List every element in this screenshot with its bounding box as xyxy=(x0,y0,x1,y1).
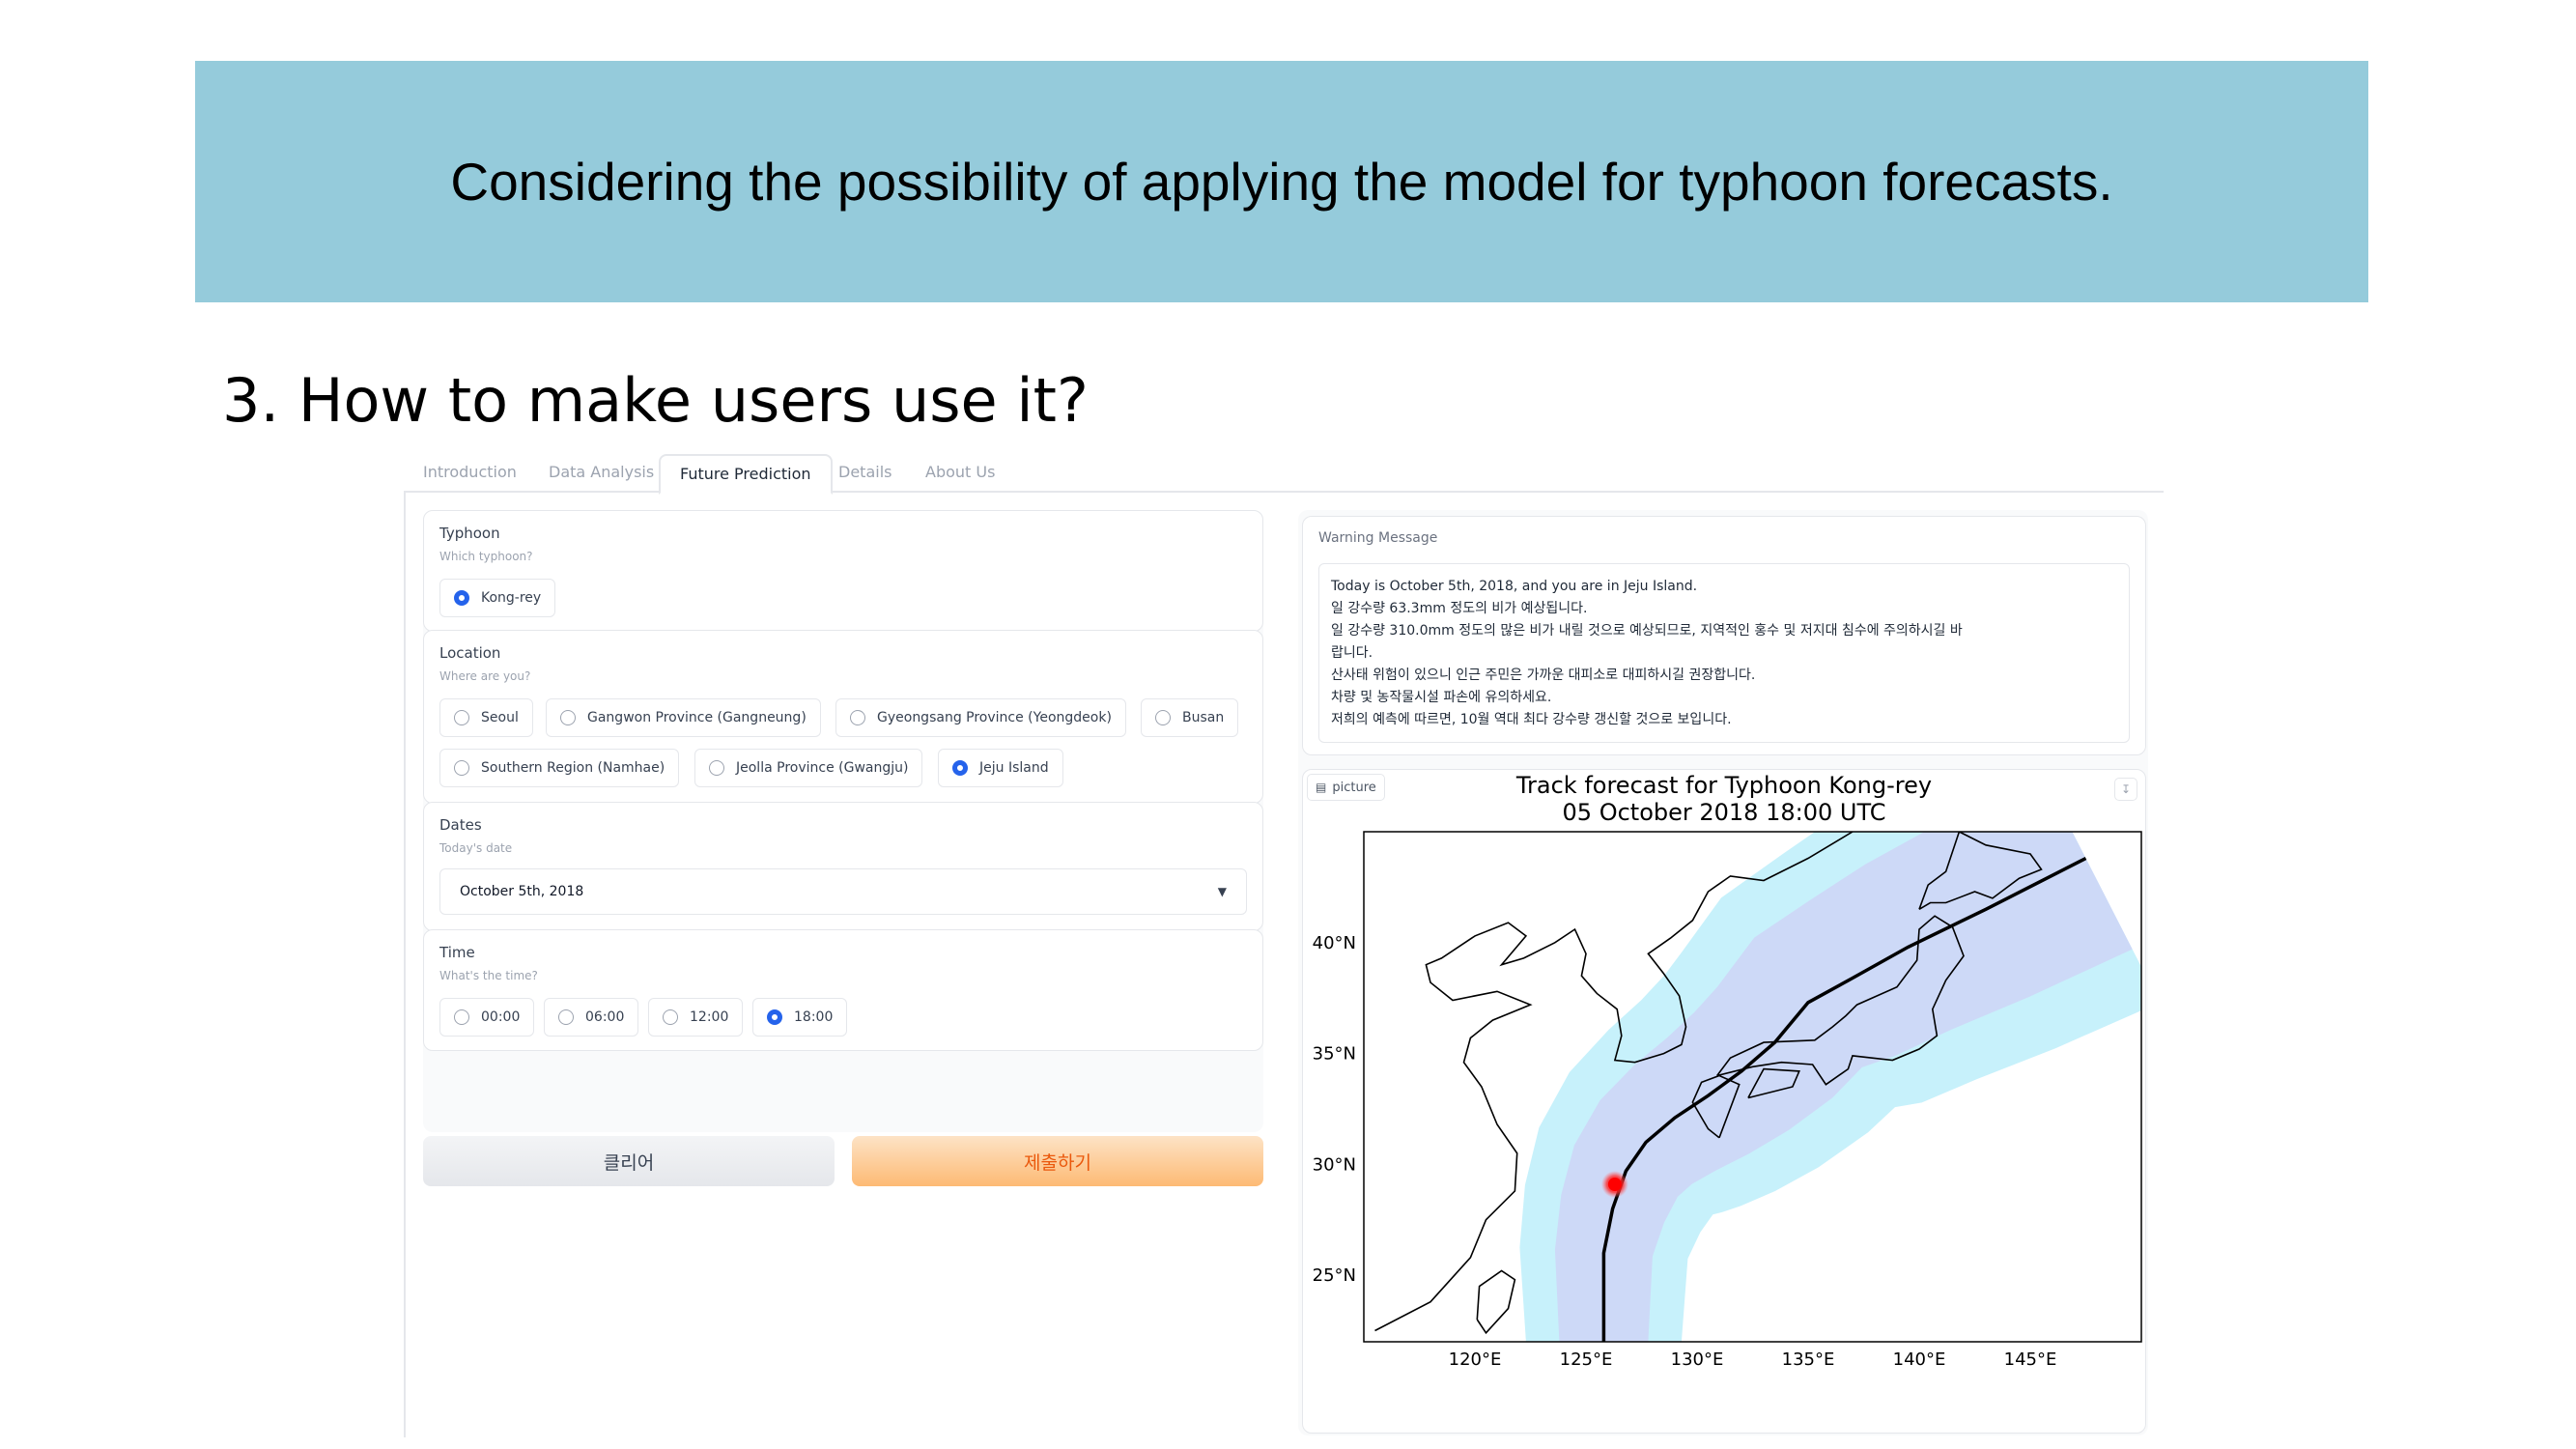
radio-icon xyxy=(558,1009,574,1025)
radio-icon xyxy=(850,710,865,725)
y-tick-label: 30°N xyxy=(1313,1154,1356,1175)
option-label: Jeolla Province (Gwangju) xyxy=(736,760,909,776)
warning-line: 산사태 위험이 있으니 인근 주민은 가까운 대피소로 대피하시길 권장합니다. xyxy=(1331,668,1756,683)
warning-line: Today is October 5th, 2018, and you are … xyxy=(1331,579,1698,594)
radio-icon xyxy=(709,760,724,776)
radio-icon xyxy=(560,710,576,725)
option-label: Gyeongsang Province (Yeongdeok) xyxy=(877,710,1112,725)
radio-selected-icon xyxy=(454,590,469,606)
tab-details[interactable]: Details xyxy=(838,454,892,491)
location-option-jeju[interactable]: Jeju Island xyxy=(938,749,1063,787)
warning-title: Warning Message xyxy=(1318,530,1438,546)
location-block: Location Where are you? Seoul Gangwon Pr… xyxy=(423,630,1263,804)
slide-heading: 3. How to make users use it? xyxy=(222,365,1089,436)
option-label: 06:00 xyxy=(585,1009,625,1025)
x-tick-label: 130°E xyxy=(1671,1350,1724,1370)
radio-icon xyxy=(663,1009,678,1025)
x-tick-label: 145°E xyxy=(2004,1350,2057,1370)
option-label: 00:00 xyxy=(481,1009,521,1025)
x-tick-label: 120°E xyxy=(1449,1350,1502,1370)
typhoon-sublabel: Which typhoon? xyxy=(439,550,533,563)
option-label: Kong-rey xyxy=(481,590,542,606)
option-label: 18:00 xyxy=(794,1009,834,1025)
time-block: Time What's the time? 00:00 06:00 12:00 … xyxy=(423,929,1263,1051)
app-screenshot: Introduction Data Analysis Future Predic… xyxy=(404,454,2164,1437)
warning-textbox[interactable]: Today is October 5th, 2018, and you are … xyxy=(1318,563,2130,743)
y-tick-label: 25°N xyxy=(1313,1265,1356,1286)
location-option-jeolla[interactable]: Jeolla Province (Gwangju) xyxy=(694,749,923,787)
radio-icon xyxy=(454,1009,469,1025)
track-forecast-map: 120°E 125°E 130°E 135°E 140°E 145°E 25°N 30°N 35… xyxy=(1313,831,2142,1370)
location-option-southern-region[interactable]: Southern Region (Namhae) xyxy=(439,749,680,787)
radio-icon xyxy=(1155,710,1171,725)
forecast-image-block: ▤ picture ↧ Track forecast for Typhoon K… xyxy=(1302,769,2146,1434)
tab-future-prediction[interactable]: Future Prediction xyxy=(659,454,833,495)
option-label: Seoul xyxy=(481,710,519,725)
warning-line: 랍니다. xyxy=(1331,645,1373,661)
input-panel: Typhoon Which typhoon? Kong-rey Location… xyxy=(423,510,1263,1186)
typhoon-block: Typhoon Which typhoon? Kong-rey xyxy=(423,510,1263,632)
time-option-0600[interactable]: 06:00 xyxy=(544,998,639,1037)
location-label: Location xyxy=(439,644,501,662)
radio-icon xyxy=(454,760,469,776)
output-panel: Warning Message Today is October 5th, 20… xyxy=(1298,510,2148,1435)
location-option-gangwon[interactable]: Gangwon Province (Gangneung) xyxy=(546,698,821,737)
location-option-busan[interactable]: Busan xyxy=(1141,698,1239,737)
option-label: 12:00 xyxy=(690,1009,729,1025)
coastline xyxy=(1476,1269,1516,1335)
warning-line: 일 강수량 310.0mm 정도의 많은 비가 내릴 것으로 예상되므로, 지역… xyxy=(1331,623,1963,639)
radio-icon xyxy=(454,710,469,725)
option-label: Busan xyxy=(1182,710,1225,725)
warning-line: 차량 및 농작물시설 파손에 유의하세요. xyxy=(1331,690,1552,705)
date-value: October 5th, 2018 xyxy=(460,884,584,899)
slide-banner: Considering the possibility of applying … xyxy=(195,61,2368,302)
tab-introduction[interactable]: Introduction xyxy=(423,454,517,491)
tab-data-analysis[interactable]: Data Analysis xyxy=(549,454,654,491)
dates-sublabel: Today's date xyxy=(439,841,513,855)
clear-button[interactable]: 클리어 xyxy=(423,1136,835,1186)
radio-selected-icon xyxy=(952,760,968,776)
typhoon-label: Typhoon xyxy=(439,525,500,542)
banner-text: Considering the possibility of applying … xyxy=(450,152,2113,212)
location-sublabel: Where are you? xyxy=(439,669,531,683)
typhoon-option-kong-rey[interactable]: Kong-rey xyxy=(439,579,556,617)
time-option-1800[interactable]: 18:00 xyxy=(752,998,848,1037)
time-option-0000[interactable]: 00:00 xyxy=(439,998,535,1037)
warning-line: 일 강수량 63.3mm 정도의 비가 예상됩니다. xyxy=(1331,601,1588,616)
date-dropdown[interactable]: October 5th, 2018 ▼ xyxy=(439,868,1247,915)
dates-block: Dates Today's date October 5th, 2018 ▼ xyxy=(423,802,1263,931)
frame-edge xyxy=(404,491,406,1437)
option-label: Southern Region (Namhae) xyxy=(481,760,665,776)
warning-block: Warning Message Today is October 5th, 20… xyxy=(1302,516,2146,755)
option-label: Gangwon Province (Gangneung) xyxy=(587,710,807,725)
x-tick-label: 135°E xyxy=(1782,1350,1835,1370)
y-tick-label: 40°N xyxy=(1313,933,1356,953)
submit-button[interactable]: 제출하기 xyxy=(852,1136,1263,1186)
option-label: Jeju Island xyxy=(979,760,1049,776)
location-option-seoul[interactable]: Seoul xyxy=(439,698,533,737)
time-sublabel: What's the time? xyxy=(439,969,538,982)
tab-about-us[interactable]: About Us xyxy=(925,454,995,491)
chevron-down-icon: ▼ xyxy=(1217,885,1227,898)
tab-bar: Introduction Data Analysis Future Predic… xyxy=(404,454,2164,495)
current-position-dot xyxy=(1607,1178,1622,1192)
radio-selected-icon xyxy=(767,1009,782,1025)
warning-line: 저희의 예측에 따르면, 10월 역대 최다 강수량 갱신할 것으로 보입니다. xyxy=(1331,712,1732,727)
time-label: Time xyxy=(439,944,475,961)
time-option-1200[interactable]: 12:00 xyxy=(648,998,744,1037)
dates-label: Dates xyxy=(439,816,482,834)
location-option-gyeongsang[interactable]: Gyeongsang Province (Yeongdeok) xyxy=(835,698,1126,737)
x-tick-label: 140°E xyxy=(1893,1350,1946,1370)
x-tick-label: 125°E xyxy=(1560,1350,1613,1370)
y-tick-label: 35°N xyxy=(1313,1044,1356,1065)
